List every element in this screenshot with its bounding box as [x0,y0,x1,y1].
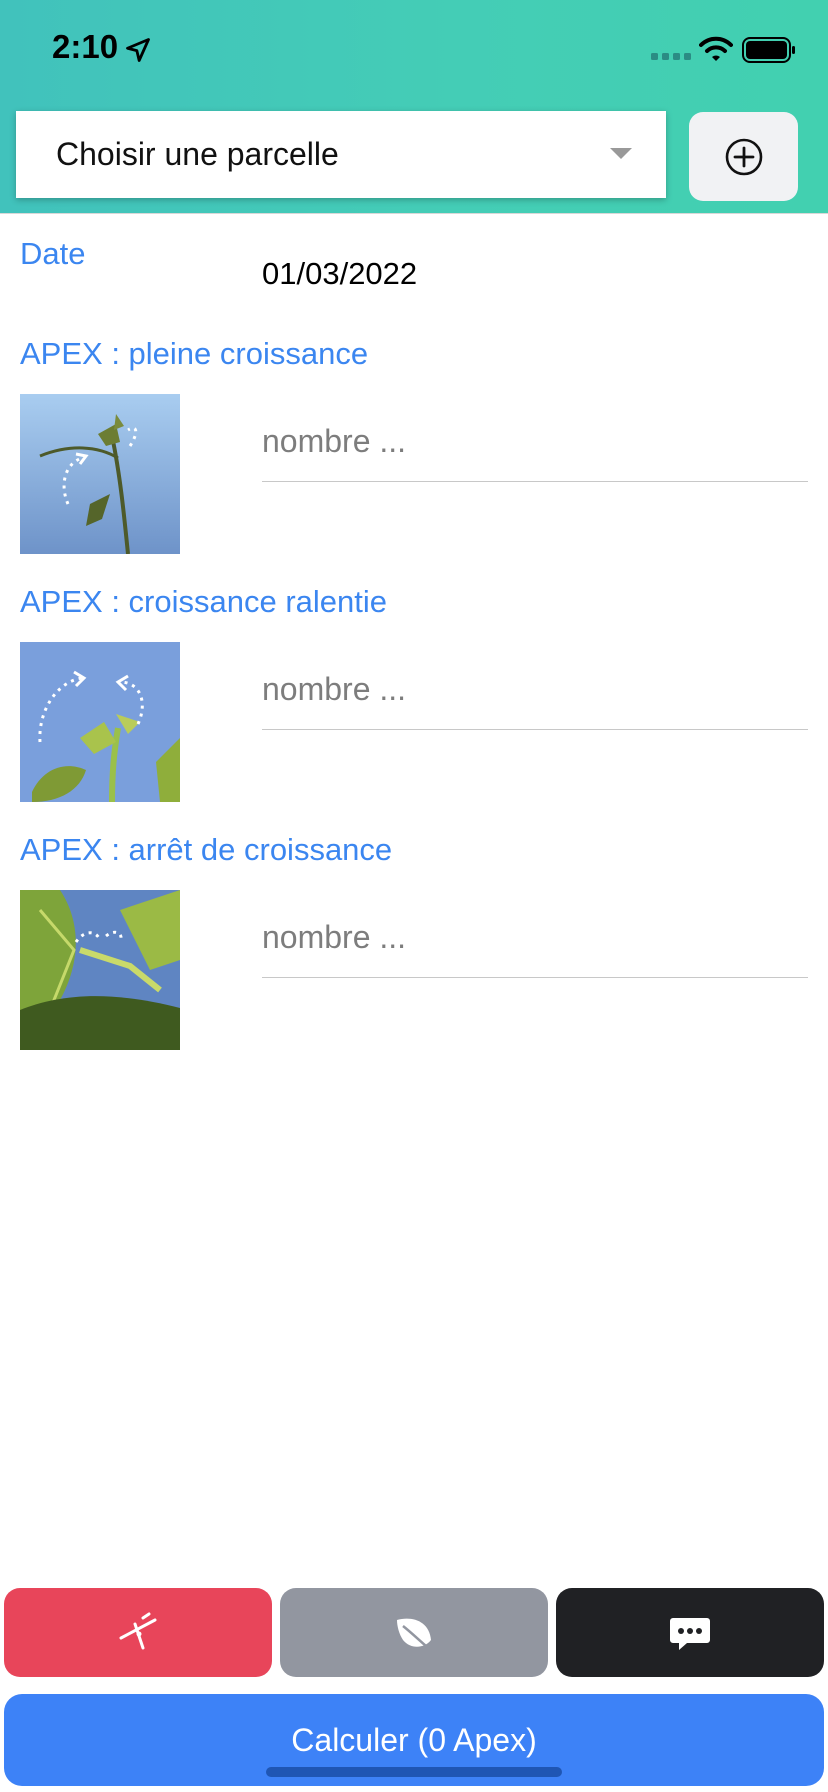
date-label: Date [20,236,86,271]
apex-slowed-growth-label: APEX : croissance ralentie [20,584,388,619]
pruning-button[interactable] [4,1588,272,1677]
home-indicator [266,1767,562,1777]
chevron-down-icon [610,148,632,159]
chat-button[interactable] [556,1588,824,1677]
apex-slowed-growth-input[interactable] [262,650,808,730]
apex-full-growth-image [20,394,180,554]
apex-slowed-growth-image [20,642,180,802]
header-bar: 2:10 Choisir une parcelle [0,0,828,214]
parcel-select-label: Choisir une parcelle [56,136,339,172]
apex-full-growth-label: APEX : pleine croissance [20,336,369,371]
calculate-button-label: Calculer (0 Apex) [291,1721,537,1758]
leaf-button[interactable] [280,1588,548,1677]
date-value[interactable]: 01/03/2022 [262,256,417,292]
screen: 2:10 Choisir une parcelle Date 01/03/202… [0,0,828,1792]
status-time: 2:10 [52,28,119,65]
chat-bubble-icon [670,1617,710,1650]
apex-stopped-growth-image [20,890,180,1050]
leaf-icon [397,1618,434,1653]
wifi-icon [699,36,733,61]
add-parcel-button[interactable] [689,112,798,201]
apex-full-growth-input[interactable] [262,402,808,482]
cellular-signal-icon [651,53,691,60]
battery-icon [742,37,795,63]
plus-circle-icon [725,138,762,175]
pruning-shears-icon [119,1612,157,1649]
apex-stopped-growth-input[interactable] [262,898,808,978]
apex-stopped-growth-label: APEX : arrêt de croissance [20,832,393,867]
location-arrow-icon [126,38,150,62]
parcel-select[interactable]: Choisir une parcelle [16,111,666,198]
